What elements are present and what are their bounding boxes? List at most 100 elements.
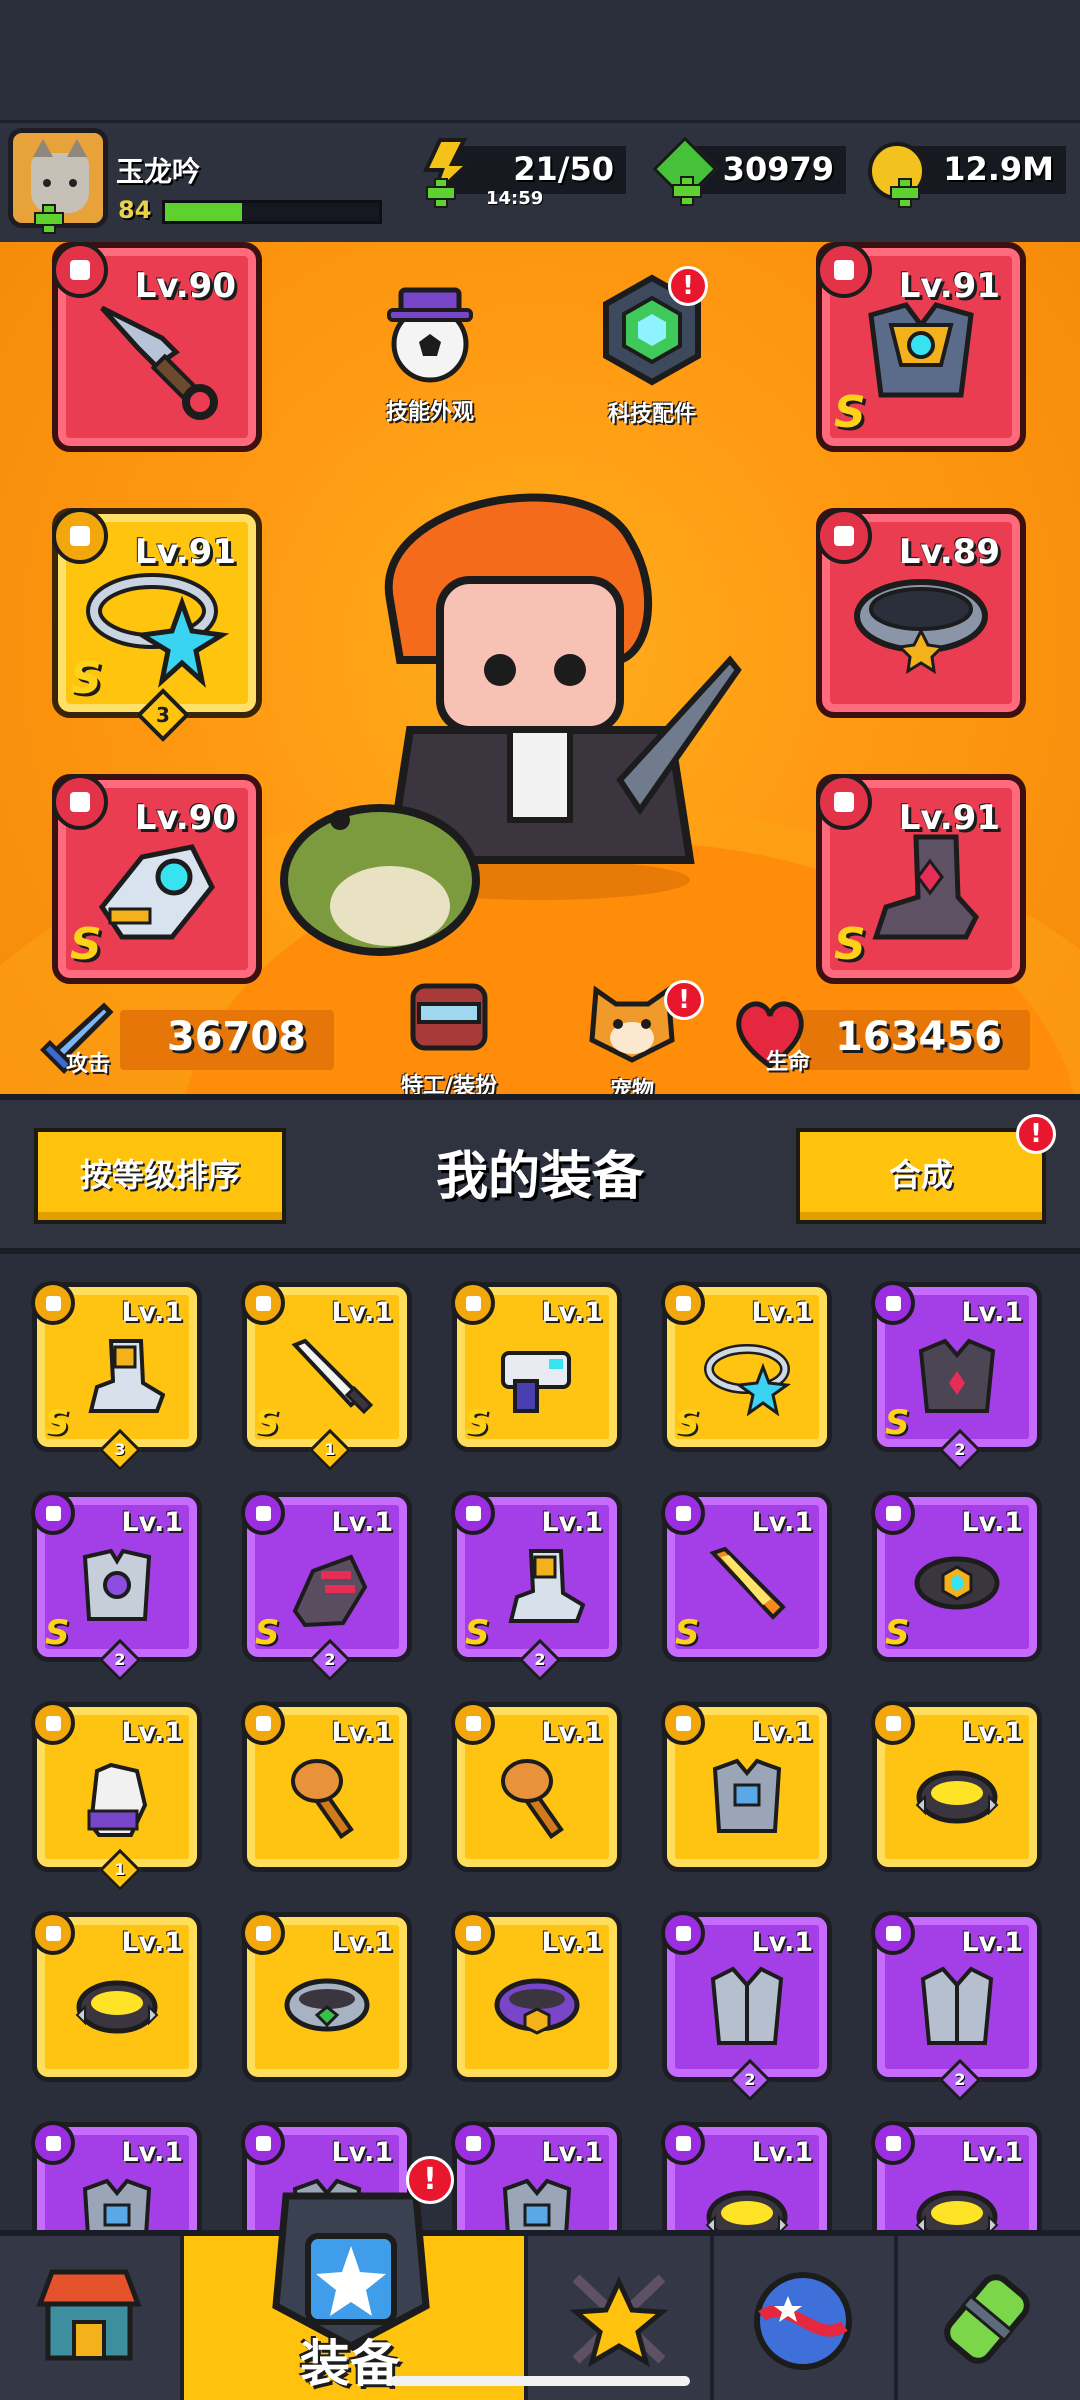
item-type-icon	[871, 1911, 915, 1955]
equipment-item[interactable]: Lv.1	[661, 2121, 832, 2230]
equipment-item[interactable]: Lv.1	[451, 1701, 622, 1872]
item-level: Lv.1	[121, 1297, 183, 1328]
spiked-ring-icon	[915, 2190, 999, 2230]
spiked-ring-icon	[915, 1770, 999, 1824]
rarity-s: S	[255, 1613, 280, 1653]
rarity-s: S	[45, 1613, 70, 1653]
chest-armor-icon	[502, 2178, 572, 2230]
equipment-item[interactable]: Lv.1	[31, 2121, 202, 2230]
item-level: Lv.1	[751, 2137, 813, 2168]
planet-icon	[754, 2272, 852, 2370]
slot-belt[interactable]: Lv.89	[816, 508, 1026, 718]
energy-timer: 14:59	[486, 188, 544, 209]
add-energy-icon[interactable]	[426, 178, 456, 208]
star-ring-icon	[704, 1343, 792, 1417]
hp-stat: 163456	[800, 1010, 1030, 1070]
star-count-badge: 2	[728, 2058, 772, 2102]
equipment-item[interactable]: Lv.1 S	[451, 1281, 622, 1452]
claw-glove-icon	[292, 1554, 368, 1627]
rarity-s: S	[885, 1613, 910, 1653]
attack-label: 攻击	[66, 1052, 111, 1077]
slot-necklace[interactable]: Lv.91 S 3	[52, 508, 262, 742]
item-level: Lv.1	[121, 1927, 183, 1958]
equipment-item[interactable]: Lv.1	[871, 1701, 1042, 1872]
equipment-item[interactable]: Lv.1	[451, 2121, 622, 2230]
item-type-icon	[31, 1491, 75, 1535]
add-gems-icon[interactable]	[672, 176, 702, 206]
item-level: Lv.1	[331, 1297, 393, 1328]
mace-icon	[501, 1758, 564, 1839]
item-type-icon	[451, 1281, 495, 1325]
item-type-icon	[661, 1911, 705, 1955]
nav-equipment-label: 装备	[300, 2335, 400, 2393]
nav-shop[interactable]	[0, 2236, 184, 2400]
equipment-item[interactable]: Lv.1	[661, 1701, 832, 1872]
item-type-icon	[241, 1911, 285, 1955]
boot-icon	[872, 834, 979, 940]
slot-weapon[interactable]: Lv.90	[52, 242, 262, 452]
merge-button[interactable]: 合成	[796, 1128, 1046, 1224]
item-type-icon	[31, 2121, 75, 2165]
equipment-item[interactable]: Lv.1 S	[661, 1491, 832, 1662]
equipment-item[interactable]: Lv.1 1	[31, 1701, 202, 1892]
slot-gloves[interactable]: Lv.90 S	[52, 774, 262, 984]
equipment-item[interactable]: Lv.1 S 3	[31, 1281, 202, 1472]
equipment-item[interactable]: Lv.1 S 2	[31, 1491, 202, 1682]
add-gold-icon[interactable]	[890, 178, 920, 208]
mace-icon	[291, 1758, 354, 1839]
skill-skin-button[interactable]: 技能外观	[370, 276, 490, 426]
item-level: Lv.1	[751, 1717, 813, 1748]
item-type-icon	[241, 1281, 285, 1325]
glove-icon	[87, 1762, 148, 1837]
item-type-icon	[451, 2121, 495, 2165]
agent-outfit-button[interactable]: 特工/装扮	[374, 980, 524, 1100]
attack-value: 36708	[166, 1014, 306, 1060]
flame-sword-icon	[709, 1546, 786, 1620]
equipment-item[interactable]: Lv.1	[241, 1701, 412, 1872]
energy-counter[interactable]: 21/50	[448, 146, 626, 194]
item-type-icon	[451, 1491, 495, 1535]
item-type-icon	[661, 1701, 705, 1745]
item-level: Lv.1	[961, 1717, 1023, 1748]
energy-value: 21/50	[513, 150, 614, 188]
rarity-s: S	[675, 1613, 700, 1653]
equipment-item[interactable]: Lv.1 2	[871, 1911, 1042, 2102]
boot-icon	[88, 1338, 165, 1413]
equipment-item[interactable]: Lv.1 S 2	[871, 1281, 1042, 1472]
equipment-item[interactable]: Lv.1 S	[661, 1281, 832, 1452]
equipment-item[interactable]: Lv.1 S 1	[241, 1281, 412, 1472]
slot-armor[interactable]: Lv.91 S	[816, 242, 1026, 452]
alert-badge: !	[668, 266, 708, 306]
equipment-item[interactable]: Lv.1	[31, 1911, 202, 2082]
rarity-s: S	[465, 1613, 490, 1653]
item-type-icon	[661, 1491, 705, 1535]
rarity-s: S	[255, 1403, 280, 1443]
gold-value: 12.9M	[943, 150, 1054, 188]
blaster-icon	[501, 1350, 571, 1413]
player-level: 84	[118, 196, 152, 224]
alert-badge: !	[1016, 1114, 1056, 1154]
equipment-item[interactable]: Lv.1	[241, 1911, 412, 2082]
plus-icon	[34, 204, 64, 234]
equipment-item[interactable]: Lv.1 S 2	[451, 1491, 622, 1682]
equipment-item[interactable]: Lv.1 S	[871, 1491, 1042, 1662]
equipment-item[interactable]: Lv.1 2	[661, 1911, 832, 2102]
item-type-icon	[871, 1701, 915, 1745]
agent-helmet-icon	[410, 983, 488, 1051]
nav-gene[interactable]	[898, 2236, 1080, 2400]
sword-icon	[291, 1338, 374, 1414]
hp-label: 生命	[766, 1050, 811, 1075]
star-count-badge: 2	[308, 1638, 352, 1682]
home-indicator[interactable]	[390, 2376, 690, 2386]
item-level: Lv.1	[751, 1927, 813, 1958]
item-level: Lv.1	[541, 1507, 603, 1538]
item-level: Lv.1	[331, 1507, 393, 1538]
equipment-item[interactable]: Lv.1	[871, 2121, 1042, 2230]
equipment-item[interactable]: Lv.1 S 2	[241, 1491, 412, 1682]
nav-planet[interactable]	[714, 2236, 898, 2400]
slot-boots[interactable]: Lv.91 S	[816, 774, 1026, 984]
emerald-belt-icon	[284, 1978, 370, 2032]
attack-stat: 36708	[120, 1010, 334, 1070]
boot-icon	[508, 1548, 585, 1623]
equipment-item[interactable]: Lv.1	[451, 1911, 622, 2082]
